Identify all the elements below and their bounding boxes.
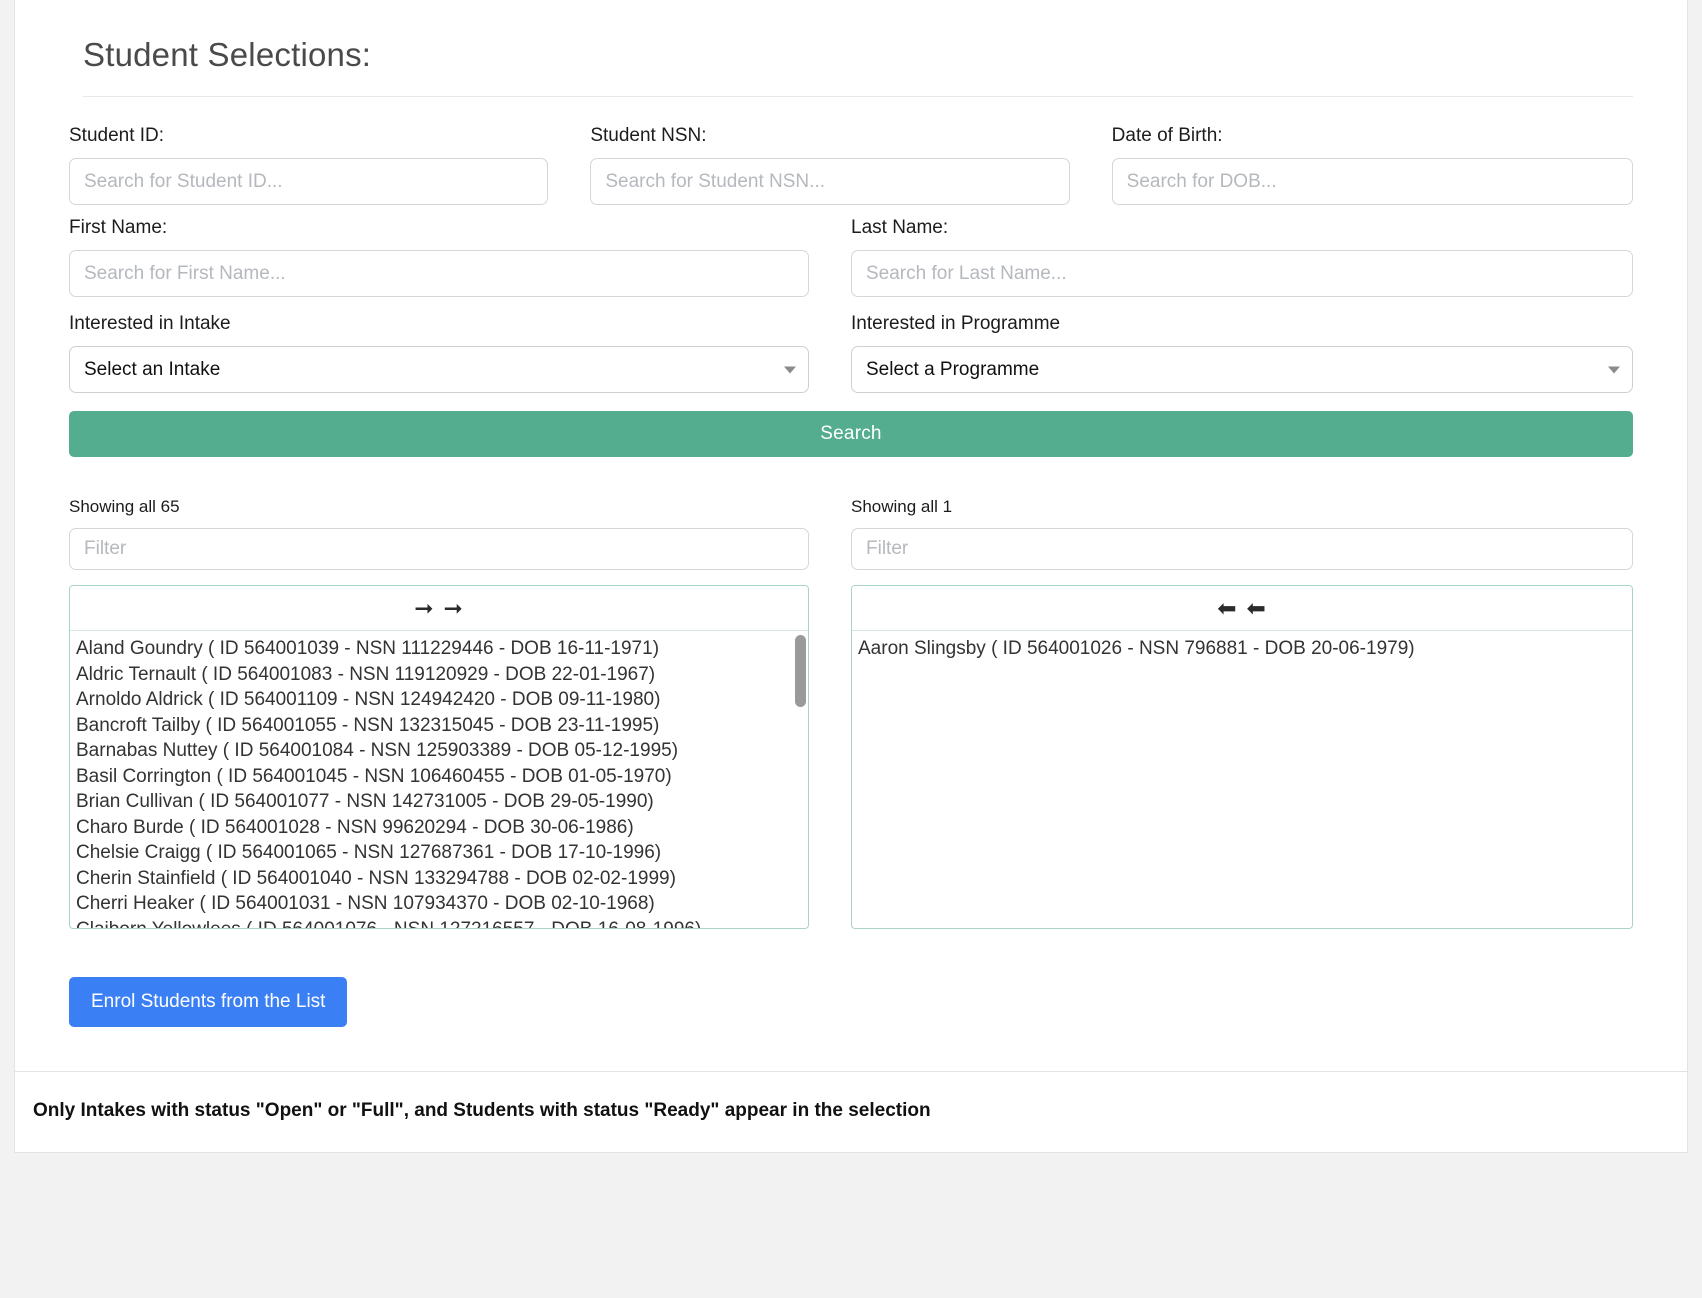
list-item[interactable]: Arnoldo Aldrick ( ID 564001109 - NSN 124… bbox=[70, 687, 808, 713]
arrow-right-icon: ➞ bbox=[443, 594, 464, 621]
available-list-scrollbar[interactable] bbox=[795, 633, 806, 926]
arrow-left-icon: ⬅ bbox=[1217, 594, 1238, 621]
available-showing-count: Showing all 65 bbox=[69, 497, 180, 516]
student-id-label: Student ID: bbox=[69, 125, 165, 146]
form-row-names: First Name: Last Name: bbox=[69, 217, 1633, 297]
list-item[interactable]: Cherri Heaker ( ID 564001031 - NSN 10793… bbox=[70, 891, 808, 917]
student-nsn-input[interactable] bbox=[590, 158, 1070, 205]
programme-label: Interested in Programme bbox=[851, 313, 1061, 334]
student-nsn-label: Student NSN: bbox=[590, 125, 707, 146]
scrollbar-thumb[interactable] bbox=[795, 635, 806, 707]
arrow-right-icon: ➞ bbox=[414, 594, 435, 621]
student-selections-card: Student Selections: Student ID: Student … bbox=[14, 0, 1688, 1153]
selected-filter-input[interactable] bbox=[851, 528, 1633, 570]
first-name-label: First Name: bbox=[69, 217, 168, 238]
chevron-down-icon bbox=[784, 366, 796, 373]
intake-select-value: Select an Intake bbox=[69, 346, 809, 393]
page-title: Student Selections: bbox=[83, 36, 372, 73]
list-item[interactable]: Charo Burde ( ID 564001028 - NSN 9962029… bbox=[70, 815, 808, 841]
first-name-input[interactable] bbox=[69, 250, 809, 297]
move-left-header[interactable]: ⬅ ⬅ bbox=[852, 586, 1632, 631]
list-item[interactable]: Basil Corrington ( ID 564001045 - NSN 10… bbox=[70, 764, 808, 790]
move-right-header[interactable]: ➞ ➞ bbox=[70, 586, 808, 631]
title-divider bbox=[83, 96, 1633, 97]
field-intake: Interested in Intake Select an Intake bbox=[69, 313, 851, 393]
enrol-students-button[interactable]: Enrol Students from the List bbox=[69, 977, 348, 1027]
programme-select[interactable]: Select a Programme bbox=[851, 346, 1633, 393]
card-body: Student Selections: Student ID: Student … bbox=[15, 0, 1687, 1071]
selected-students-listbox[interactable]: ⬅ ⬅ Aaron Slingsby ( ID 564001026 - NSN … bbox=[851, 585, 1633, 929]
form-row-identifiers: Student ID: Student NSN: Date of Birth: bbox=[69, 125, 1633, 205]
list-item[interactable]: Bancroft Tailby ( ID 564001055 - NSN 132… bbox=[70, 713, 808, 739]
form-row-selects: Interested in Intake Select an Intake In… bbox=[69, 313, 1633, 393]
list-item[interactable]: Barnabas Nuttey ( ID 564001084 - NSN 125… bbox=[70, 738, 808, 764]
selected-students-options[interactable]: Aaron Slingsby ( ID 564001026 - NSN 7968… bbox=[852, 632, 1632, 928]
search-button[interactable]: Search bbox=[69, 411, 1633, 457]
list-item[interactable]: Aldric Ternault ( ID 564001083 - NSN 119… bbox=[70, 662, 808, 688]
field-date-of-birth: Date of Birth: bbox=[1111, 125, 1633, 205]
list-item[interactable]: Aland Goundry ( ID 564001039 - NSN 11122… bbox=[70, 636, 808, 662]
intake-select[interactable]: Select an Intake bbox=[69, 346, 809, 393]
list-item[interactable]: Brian Cullivan ( ID 564001077 - NSN 1427… bbox=[70, 789, 808, 815]
field-first-name: First Name: bbox=[69, 217, 851, 297]
date-of-birth-label: Date of Birth: bbox=[1111, 125, 1223, 146]
programme-select-value: Select a Programme bbox=[851, 346, 1633, 393]
available-students-panel: Showing all 65 ➞ ➞ Aland Goundry ( ID 56… bbox=[69, 497, 851, 929]
available-filter-input[interactable] bbox=[69, 528, 809, 570]
field-student-id: Student ID: bbox=[69, 125, 590, 205]
selected-showing-count: Showing all 1 bbox=[851, 497, 953, 516]
list-item[interactable]: Cherin Stainfield ( ID 564001040 - NSN 1… bbox=[70, 866, 808, 892]
list-item[interactable]: Aaron Slingsby ( ID 564001026 - NSN 7968… bbox=[852, 636, 1632, 662]
field-programme: Interested in Programme Select a Program… bbox=[851, 313, 1633, 393]
last-name-label: Last Name: bbox=[851, 217, 949, 238]
last-name-input[interactable] bbox=[851, 250, 1633, 297]
arrow-left-icon: ⬅ bbox=[1246, 594, 1267, 621]
dual-list-section: Showing all 65 ➞ ➞ Aland Goundry ( ID 56… bbox=[69, 497, 1633, 929]
chevron-down-icon bbox=[1608, 366, 1620, 373]
page-root: Student Selections: Student ID: Student … bbox=[0, 0, 1702, 1298]
list-item[interactable]: Claiborn Yellowlees ( ID 564001076 - NSN… bbox=[70, 917, 808, 929]
student-id-input[interactable] bbox=[69, 158, 549, 205]
field-student-nsn: Student NSN: bbox=[590, 125, 1111, 205]
field-last-name: Last Name: bbox=[851, 217, 1633, 297]
footer-note: Only Intakes with status "Open" or "Full… bbox=[15, 1071, 1687, 1152]
list-item[interactable]: Chelsie Craigg ( ID 564001065 - NSN 1276… bbox=[70, 840, 808, 866]
available-students-listbox[interactable]: ➞ ➞ Aland Goundry ( ID 564001039 - NSN 1… bbox=[69, 585, 809, 929]
selected-students-panel: Showing all 1 ⬅ ⬅ Aaron Slingsby ( ID 56… bbox=[851, 497, 1633, 929]
date-of-birth-input[interactable] bbox=[1111, 158, 1633, 205]
intake-label: Interested in Intake bbox=[69, 313, 231, 334]
available-students-options[interactable]: Aland Goundry ( ID 564001039 - NSN 11122… bbox=[70, 632, 808, 928]
